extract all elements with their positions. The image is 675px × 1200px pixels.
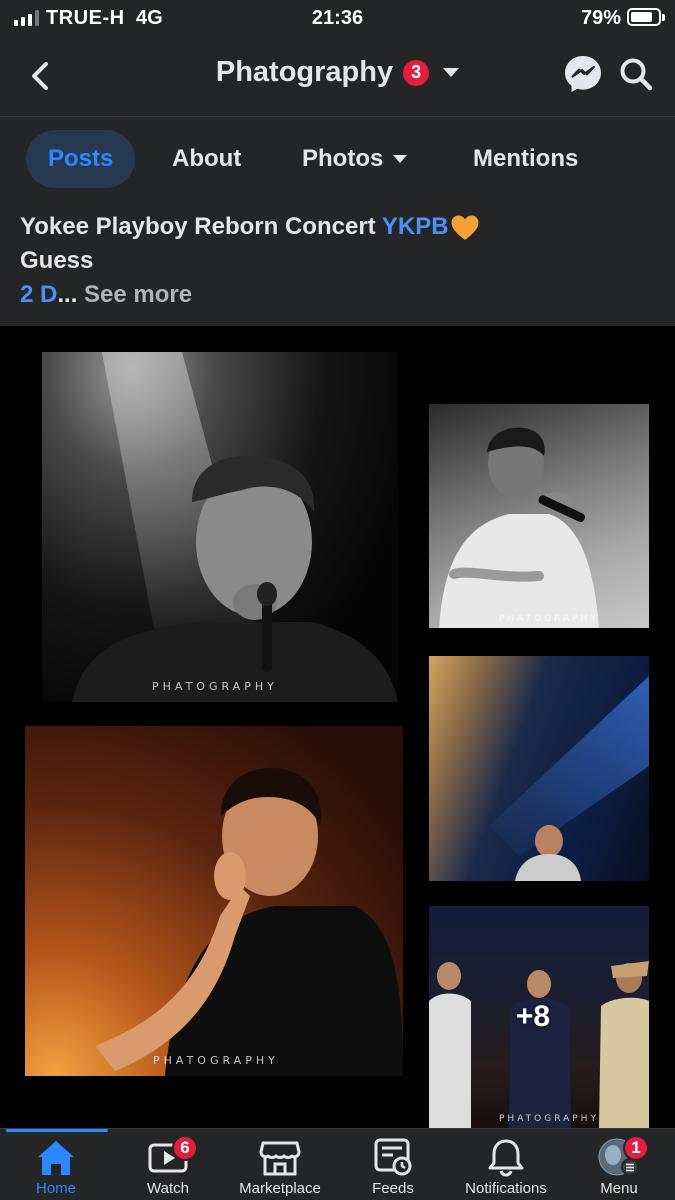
nav-menu-label: Menu — [600, 1180, 638, 1197]
clock: 21:36 — [311, 7, 364, 29]
watch-icon: 6 — [146, 1135, 198, 1177]
post-text: Yokee Playboy Reborn Concert YKPB Guess … — [20, 210, 660, 312]
bottom-nav: Home 6 Watch Marketplace Feeds Notificat… — [0, 1128, 675, 1200]
tab-mentions[interactable]: Mentions — [473, 130, 578, 188]
truncated-link[interactable]: 2 D — [20, 281, 57, 308]
nav-home[interactable]: Home — [10, 1129, 102, 1200]
marketplace-icon — [258, 1137, 302, 1177]
nav-feeds[interactable]: Feeds — [348, 1129, 438, 1200]
photo-1[interactable]: PHATOGRAPHY — [42, 352, 398, 702]
watch-badge: 6 — [172, 1135, 198, 1161]
more-photos-count: +8 — [515, 1000, 551, 1033]
photo-4[interactable] — [429, 656, 649, 881]
post-line-3: 2 D... See more — [20, 278, 660, 312]
status-bar: TRUE-H 4G 21:36 79% — [0, 0, 675, 36]
orange-heart-icon — [451, 215, 479, 240]
see-more-link[interactable]: See more — [77, 281, 192, 308]
home-icon — [34, 1137, 78, 1177]
photo-3[interactable]: PHATOGRAPHY — [25, 726, 403, 1076]
tab-about-label: About — [172, 145, 242, 172]
watermark: PHATOGRAPHY — [153, 1054, 279, 1067]
nav-menu[interactable]: 1 Menu — [578, 1129, 660, 1200]
battery-icon — [627, 8, 665, 26]
photo-5[interactable]: PHATOGRAPHY +8 — [429, 906, 649, 1128]
tab-posts[interactable]: Posts — [26, 130, 136, 188]
messenger-icon[interactable] — [562, 53, 604, 95]
page-title: Phatography — [215, 56, 394, 88]
photo-grid: PHATOGRAPHY PHATOGRAPHY PHATOGRAPHY PHAT… — [0, 326, 675, 1128]
chevron-down-icon — [443, 68, 460, 77]
menu-badge: 1 — [623, 1135, 649, 1161]
tab-photos[interactable]: Photos — [302, 130, 408, 188]
tab-posts-label: Posts — [48, 145, 114, 172]
tab-photos-label: Photos — [302, 145, 384, 172]
singer-silhouette — [439, 427, 599, 628]
hashtag-link[interactable]: YKPB — [382, 213, 449, 240]
singer-silhouette — [95, 767, 403, 1076]
watermark: PHATOGRAPHY — [152, 680, 278, 693]
header-divider — [0, 116, 675, 117]
bell-icon — [484, 1137, 528, 1177]
nav-notifications-label: Notifications — [465, 1180, 547, 1197]
photo-2[interactable]: PHATOGRAPHY — [429, 404, 649, 628]
battery-level-fill — [631, 12, 652, 22]
tab-about[interactable]: About — [172, 130, 241, 188]
page-tabs: Posts About Photos Mentions — [0, 130, 675, 190]
post-line-1: Yokee Playboy Reborn Concert YKPB — [20, 210, 660, 244]
battery-percent: 79% — [580, 7, 621, 29]
nav-marketplace-label: Marketplace — [239, 1180, 321, 1197]
feeds-icon — [371, 1137, 415, 1177]
chevron-down-icon — [393, 155, 408, 163]
post-line-2: Guess — [20, 247, 94, 274]
title-notification-badge: 3 — [403, 59, 430, 86]
ellipsis: ... — [57, 281, 78, 308]
nav-marketplace[interactable]: Marketplace — [230, 1129, 330, 1200]
nav-watch[interactable]: 6 Watch — [122, 1129, 214, 1200]
nav-home-label: Home — [35, 1180, 76, 1197]
post-caption: Yokee Playboy Reborn Concert — [20, 213, 382, 240]
stage-lights — [489, 676, 649, 881]
search-icon[interactable] — [618, 56, 654, 92]
nav-notifications[interactable]: Notifications — [452, 1129, 560, 1200]
watermark: PHATOGRAPHY — [499, 614, 599, 624]
nav-watch-label: Watch — [147, 1180, 189, 1197]
menu-avatar-icon: 1 — [597, 1135, 649, 1177]
page-header: Phatography 3 — [0, 36, 675, 116]
singer-silhouette — [72, 352, 398, 702]
nav-feeds-label: Feeds — [372, 1180, 414, 1197]
tab-mentions-label: Mentions — [473, 145, 579, 172]
